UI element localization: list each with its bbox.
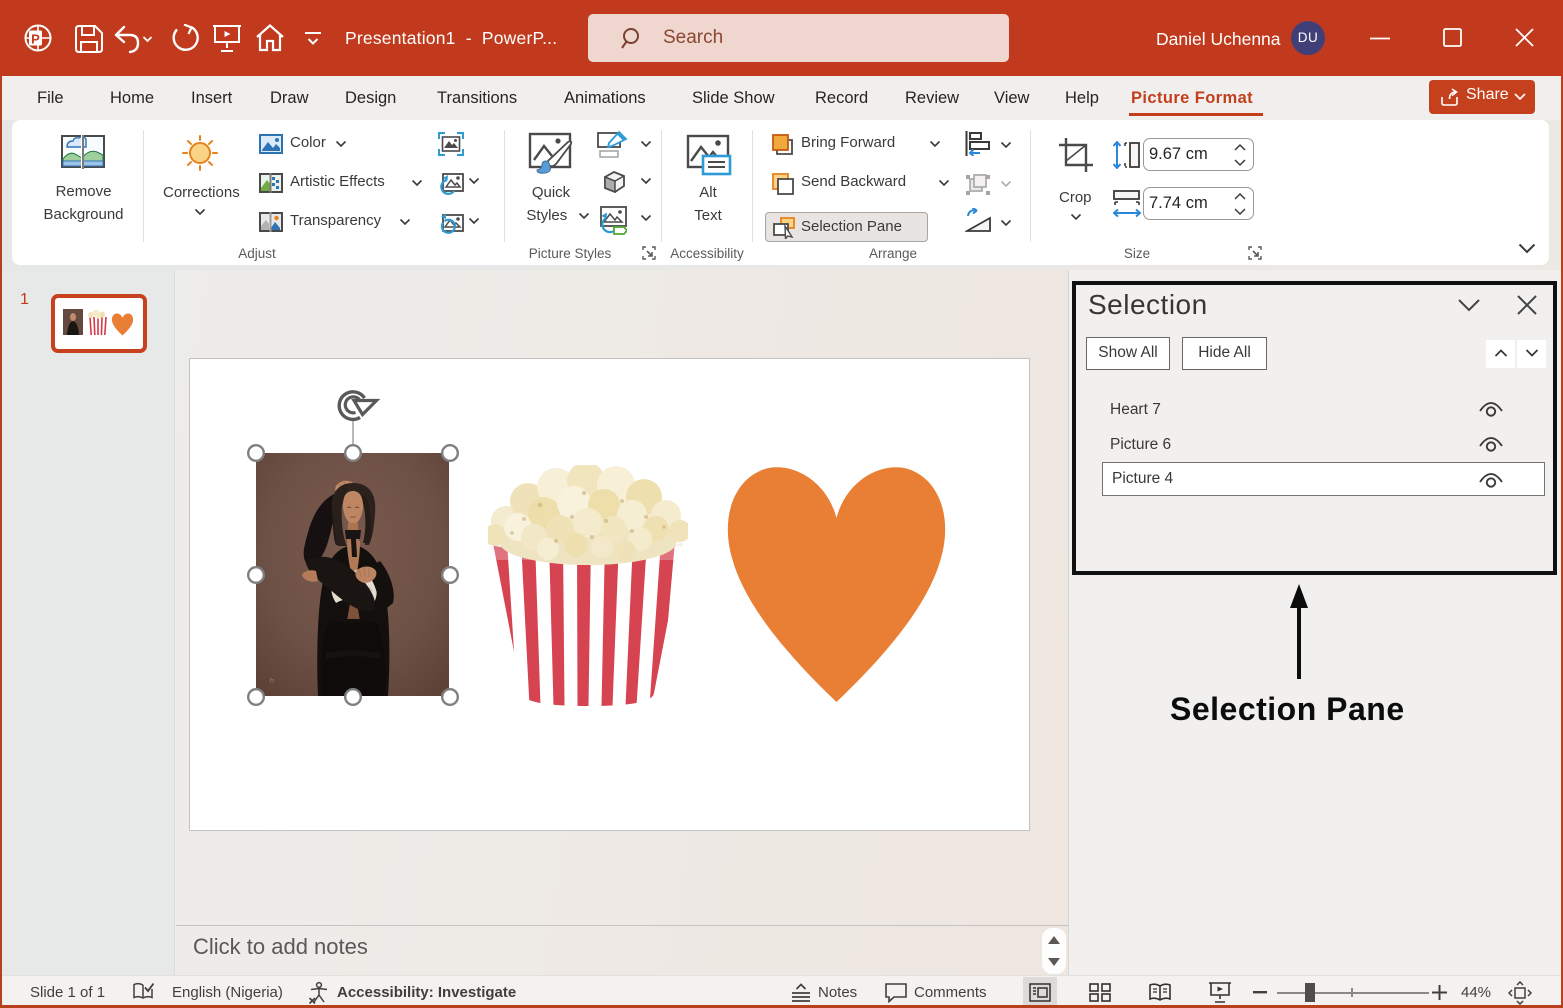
svg-text:P: P: [31, 32, 40, 47]
